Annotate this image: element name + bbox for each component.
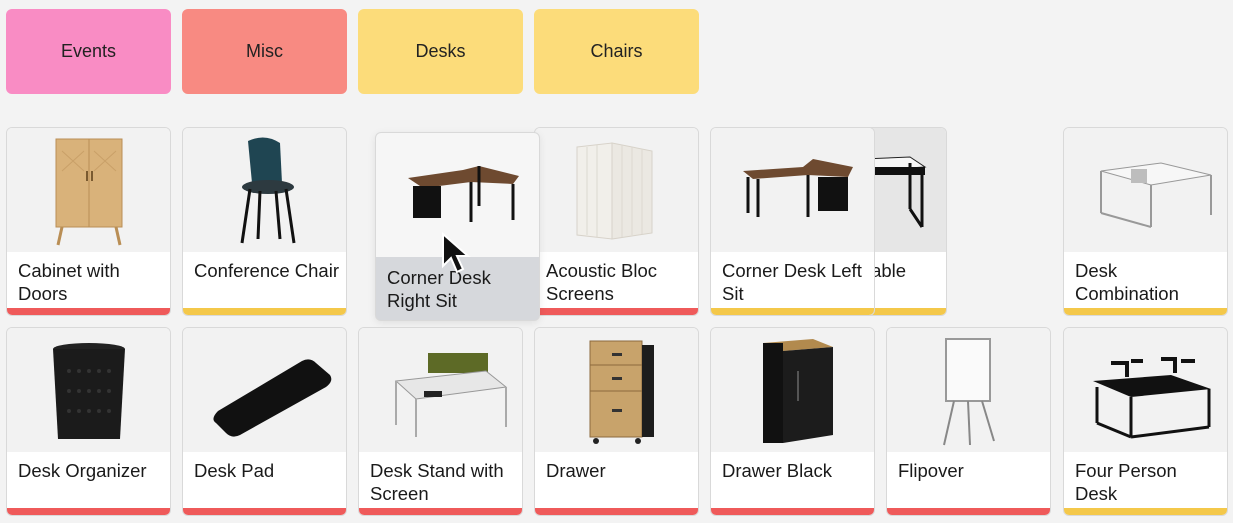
product-name: Flipover: [898, 460, 964, 481]
desk-combination-image: [1064, 128, 1227, 252]
product-card[interactable]: Drawer Black: [710, 327, 875, 516]
category-color-bar: [535, 508, 698, 515]
category-chairs-button[interactable]: Chairs: [534, 9, 699, 94]
product-name: Desk Organizer: [18, 460, 147, 481]
product-card[interactable]: Desk Organizer: [6, 327, 171, 516]
category-color-bar: [887, 508, 1050, 515]
product-card[interactable]: Desk Combination: [1063, 127, 1228, 316]
product-card[interactable]: Desk Stand with Screen: [358, 327, 523, 516]
organizer-image: [7, 328, 170, 452]
category-events-button[interactable]: Events: [6, 9, 171, 94]
category-color-bar: [183, 508, 346, 515]
chair-image: [183, 128, 346, 252]
product-card[interactable]: Corner Desk Left Sit: [710, 127, 875, 316]
four-person-desk-image: [1064, 328, 1227, 452]
category-color-bar: [1064, 308, 1227, 315]
product-card[interactable]: Acoustic Bloc Screens: [534, 127, 699, 316]
category-desks-button[interactable]: Desks: [358, 9, 523, 94]
category-color-bar: [535, 308, 698, 315]
category-color-bar: [1064, 508, 1227, 515]
category-color-bar: [711, 508, 874, 515]
category-color-bar: [711, 308, 874, 315]
product-name: Desk Pad: [194, 460, 275, 481]
product-name: Desk Combination: [1075, 260, 1179, 304]
product-name: Corner Desk Left Sit: [722, 260, 862, 304]
product-card[interactable]: Flipover: [886, 327, 1051, 516]
product-card[interactable]: Drawer: [534, 327, 699, 516]
category-color-bar: [359, 508, 522, 515]
category-color-bar: [7, 508, 170, 515]
corner-desk-image: [711, 128, 874, 252]
product-name: Four Person Desk: [1075, 460, 1177, 504]
desk-pad-image: [183, 328, 346, 452]
screen-image: [535, 128, 698, 252]
category-misc-button[interactable]: Misc: [182, 9, 347, 94]
product-name: Conference Chair: [194, 260, 339, 281]
product-card[interactable]: Cabinet with Doors: [6, 127, 171, 316]
category-filter-bar: Events Misc Desks Chairs: [6, 9, 699, 94]
drawer-black-image: [711, 328, 874, 452]
product-name: Corner Desk Right Sit: [387, 267, 491, 311]
cabinet-image: [7, 128, 170, 252]
product-card-dragging[interactable]: Corner Desk Right Sit: [375, 132, 540, 321]
category-color-bar: [183, 308, 346, 315]
flipover-image: [887, 328, 1050, 452]
product-name: Acoustic Bloc Screens: [546, 260, 658, 304]
drawer-image: [535, 328, 698, 452]
category-color-bar: [7, 308, 170, 315]
desk-stand-image: [359, 328, 522, 452]
product-card[interactable]: Desk Pad: [182, 327, 347, 516]
product-name: Cabinet with Doors: [18, 260, 120, 304]
product-card[interactable]: Conference Chair: [182, 127, 347, 316]
product-card[interactable]: Four Person Desk: [1063, 327, 1228, 516]
product-name: Desk Stand with Screen: [370, 460, 504, 504]
corner-desk-image: [376, 133, 539, 257]
product-name: Drawer: [546, 460, 606, 481]
product-name: Drawer Black: [722, 460, 832, 481]
